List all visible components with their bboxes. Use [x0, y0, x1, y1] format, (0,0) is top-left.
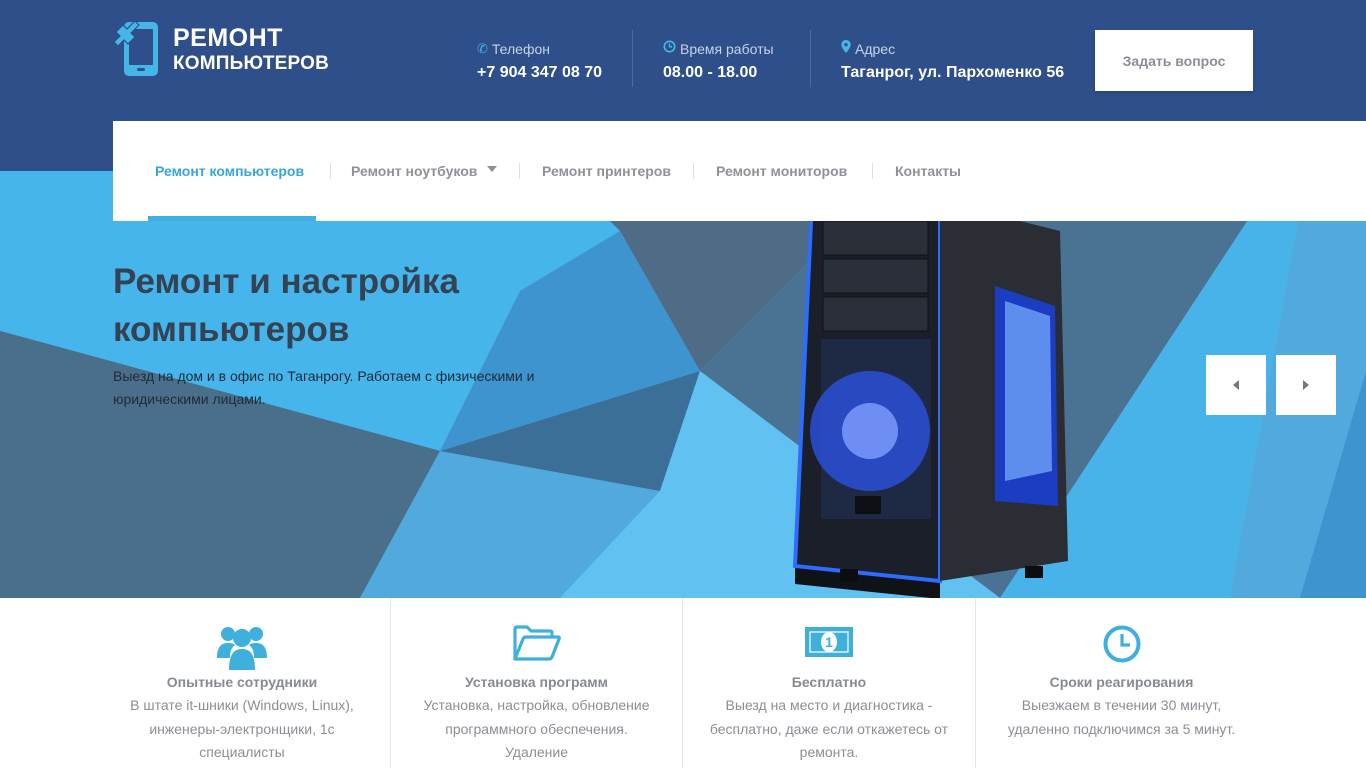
hero-title-line: Ремонт и настройка	[113, 262, 460, 301]
feature-text: Установка, настройка, обновление програм…	[423, 697, 650, 760]
hero-subtitle: Выезд на дом и в офис по Таганрогу. Рабо…	[113, 368, 535, 407]
feature-card: Сроки реагирования Выезжаем в течении 30…	[990, 598, 1253, 768]
address-label: Адрес	[855, 41, 896, 57]
nav-separator	[693, 163, 694, 179]
slider-next-button[interactable]	[1276, 355, 1336, 415]
nav-separator	[330, 163, 331, 179]
divider	[682, 598, 683, 768]
nav-item-label: Ремонт компьютеров	[155, 163, 305, 179]
chevron-down-icon	[487, 166, 498, 172]
feature-title: Сроки реагирования	[1049, 674, 1194, 690]
nav-item-label: Ремонт мониторов	[716, 163, 848, 179]
feature-title: Установка программ	[465, 674, 608, 690]
features-section: Опытные сотрудники В штате it-шники (Win…	[0, 598, 1366, 768]
feature-text: Выезжаем в течении 30 минут, удаленно по…	[1007, 697, 1236, 737]
pc-case-image	[792, 199, 1068, 598]
hours-label: Время работы	[680, 41, 774, 57]
hero-title-line: компьютеров	[113, 310, 350, 349]
divider	[975, 598, 976, 768]
site-logo[interactable]: РЕМОНТ КОМПЬЮТЕРОВ	[113, 20, 330, 78]
nav-separator	[872, 163, 873, 179]
divider	[632, 30, 633, 87]
svg-text:1: 1	[825, 634, 833, 650]
feature-card: 1 Бесплатно Выезд на место и диагностика…	[697, 598, 961, 768]
wrench-phone-icon	[113, 20, 158, 76]
nav-item-label: Ремонт ноутбуков	[351, 163, 478, 179]
phone-info: ✆ Телефон +7 904 347 08 70	[477, 30, 602, 87]
address-value: Таганрог, ул. Пархоменко 56	[841, 64, 1065, 81]
clock-icon	[663, 40, 676, 58]
main-nav: Ремонт компьютеров Ремонт ноутбуков Ремо…	[113, 121, 1366, 221]
feature-title: Бесплатно	[791, 674, 867, 690]
nav-active-indicator	[148, 216, 316, 221]
phone-label: Телефон	[491, 41, 550, 57]
map-marker-icon	[841, 40, 851, 58]
nav-item-laptops[interactable]: Ремонт ноутбуков	[351, 121, 498, 221]
clock-icon	[1103, 625, 1140, 663]
phone-number[interactable]: +7 904 347 08 70	[477, 64, 602, 82]
nav-item-label: Контакты	[895, 163, 962, 179]
users-icon	[217, 627, 267, 670]
nav-item-printers[interactable]: Ремонт принтеров	[542, 121, 671, 221]
slider-prev-button[interactable]	[1206, 355, 1266, 415]
address-info: Адрес Таганрог, ул. Пархоменко 56	[841, 30, 1064, 87]
hours-info: Время работы 08.00 - 18.00	[663, 30, 774, 87]
feature-title: Опытные сотрудники	[166, 674, 318, 690]
nav-item-computers[interactable]: Ремонт компьютеров	[155, 121, 304, 221]
logo-subtitle: КОМПЬЮТЕРОВ	[173, 53, 330, 74]
money-icon: 1	[805, 627, 853, 657]
nav-separator	[519, 163, 520, 179]
feature-text: В штате it-шники (Windows, Linux), инжен…	[130, 697, 354, 760]
feature-text: Выезд на место и диагностика - бесплатно…	[709, 697, 949, 760]
feature-card: Установка программ Установка, настройка,…	[405, 598, 668, 768]
ask-question-button[interactable]: Задать вопрос	[1095, 30, 1253, 91]
arrow-right-icon	[1303, 380, 1309, 390]
feature-card: Опытные сотрудники В штате it-шники (Win…	[113, 598, 371, 768]
phone-icon: ✆	[477, 41, 488, 56]
folder-open-icon	[512, 625, 561, 661]
nav-item-contacts[interactable]: Контакты	[895, 121, 961, 221]
logo-title: РЕМОНТ	[173, 24, 283, 52]
arrow-left-icon	[1233, 380, 1239, 390]
hours-value: 08.00 - 18.00	[663, 64, 758, 81]
hero-title: Ремонт и настройка компьютеров	[113, 258, 633, 354]
nav-item-label: Ремонт принтеров	[542, 163, 671, 179]
divider	[390, 598, 391, 768]
divider	[810, 30, 811, 87]
nav-item-monitors[interactable]: Ремонт мониторов	[716, 121, 847, 221]
